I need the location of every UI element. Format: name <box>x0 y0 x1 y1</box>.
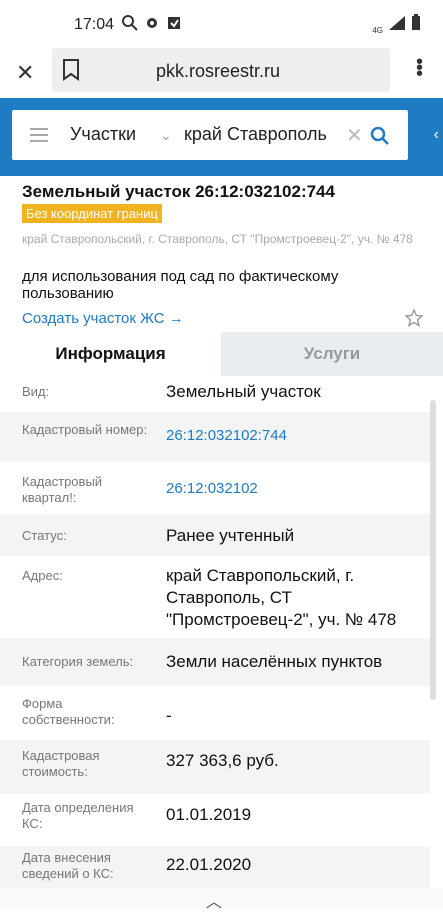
table-row: Кадастровый квартал!: 26:12:032102 <box>0 462 430 514</box>
cadastral-number-link[interactable]: 26:12:032102:744 <box>166 425 426 447</box>
battery-icon <box>411 14 421 35</box>
star-icon[interactable] <box>404 308 424 332</box>
tabs: Информация Услуги <box>0 332 443 376</box>
close-tab-icon[interactable]: ✕ <box>16 60 34 86</box>
row-label: Адрес: <box>22 568 63 583</box>
table-row: Форма собственности: - <box>0 686 430 740</box>
table-row: Дата определения КС: 01.01.2019 <box>0 794 430 846</box>
table-row: Статус: Ранее учтенный <box>0 514 430 556</box>
bookmark-icon[interactable] <box>62 59 80 86</box>
row-value: - <box>166 706 172 725</box>
scrollbar[interactable] <box>430 400 436 700</box>
table-row: Адрес: край Ставропольский, г. Ставропол… <box>0 556 430 638</box>
row-value: 22.01.2020 <box>166 855 252 874</box>
status-bar: 17:04 4G <box>0 0 443 46</box>
row-label: Дата внесения сведений о КС: <box>22 850 114 881</box>
table-row: Вид: Земельный участок <box>0 376 430 412</box>
status-system-icons: 4G <box>372 14 421 35</box>
row-label: Вид: <box>22 384 50 399</box>
search-category-select[interactable]: Участки <box>70 124 136 145</box>
search-panel: Участки ⌄ край Ставрополь ✕ ‹ <box>0 98 443 176</box>
bottom-nav: ︿ <box>0 888 443 912</box>
gear-status-icon <box>144 15 160 31</box>
row-value: край Ставропольский, г. Ставрополь, СТ "… <box>166 566 397 629</box>
status-time: 17:04 <box>74 16 115 33</box>
hamburger-menu-icon[interactable] <box>30 128 48 142</box>
status-notification-icons <box>122 15 182 31</box>
address-bar[interactable]: pkk.rosreestr.ru <box>52 48 390 92</box>
clear-search-icon[interactable]: ✕ <box>346 123 363 148</box>
search-icon[interactable] <box>370 126 390 151</box>
network-type-label: 4G <box>372 26 383 35</box>
chevron-down-icon[interactable]: ⌄ <box>160 127 172 144</box>
row-label: Статус: <box>22 528 67 543</box>
row-value: 327 363,6 руб. <box>166 751 279 770</box>
parcel-title: Земельный участок 26:12:032102:744 <box>22 182 335 201</box>
chevron-up-icon[interactable]: ︿ <box>206 888 222 912</box>
parcel-address-summary: край Ставропольский, г. Ставрополь, СТ "… <box>22 232 413 246</box>
download-status-icon <box>166 15 182 31</box>
signal-icon <box>389 16 405 35</box>
row-label: Форма собственности: <box>22 696 115 727</box>
row-label: Категория земель: <box>22 654 134 669</box>
browser-toolbar: ✕ pkk.rosreestr.ru • • • <box>0 46 443 98</box>
table-row: Кадастровая стоимость: 327 363,6 руб. <box>0 740 430 794</box>
parcel-usage: для использования под сад по фактическом… <box>22 268 339 302</box>
row-label: Кадастровая стоимость: <box>22 748 100 779</box>
row-value: 01.01.2019 <box>166 805 252 824</box>
tab-information[interactable]: Информация <box>0 332 221 376</box>
search-status-icon <box>122 15 138 31</box>
url-text[interactable]: pkk.rosreestr.ru <box>156 61 280 82</box>
cadastral-quarter-link[interactable]: 26:12:032102 <box>166 478 426 500</box>
row-label: Дата определения КС: <box>22 800 134 831</box>
row-value: Земельный участок <box>166 382 321 401</box>
no-coordinates-badge: Без координат границ <box>22 204 162 223</box>
row-label: Кадастровый номер: <box>22 422 148 437</box>
row-value: Земли населённых пунктов <box>166 652 383 671</box>
menu-dots-icon[interactable]: • • • <box>416 52 423 84</box>
row-value: Ранее учтенный <box>166 526 295 545</box>
create-parcel-link[interactable]: Создать участок ЖС → <box>22 310 184 327</box>
row-label: Кадастровый квартал!: <box>22 474 103 505</box>
collapse-panel-icon[interactable]: ‹ <box>434 126 439 144</box>
search-input[interactable]: край Ставрополь <box>184 124 334 145</box>
table-row: Дата внесения сведений о КС: 22.01.2020 <box>0 846 430 888</box>
search-box: Участки ⌄ край Ставрополь ✕ <box>12 110 408 160</box>
tab-services[interactable]: Услуги <box>221 332 443 376</box>
table-row: Кадастровый номер: 26:12:032102:744 <box>0 412 430 462</box>
table-row: Категория земель: Земли населённых пункт… <box>0 638 430 686</box>
